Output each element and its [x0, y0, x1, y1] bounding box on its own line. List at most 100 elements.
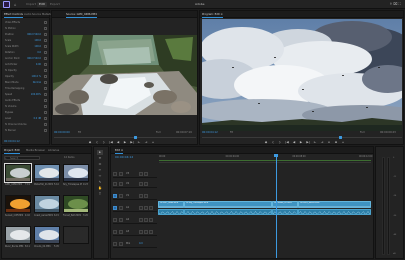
program-video-frame[interactable] — [202, 19, 402, 131]
solo-button[interactable] — [144, 230, 148, 234]
source-timecode[interactable]: 00:00:00:00 — [54, 131, 70, 135]
keyframe-toggle-icon[interactable] — [44, 51, 47, 54]
keyframe-toggle-icon[interactable] — [44, 105, 47, 108]
toggle-output-icon[interactable] — [144, 172, 148, 176]
effect-row-value[interactable]: 100.0 — [34, 39, 41, 42]
track-lock-icon[interactable] — [119, 242, 123, 246]
effect-row-value[interactable]: 960.0 540.0 — [27, 57, 41, 60]
tool-button[interactable]: ✋ — [97, 186, 103, 191]
effect-row-value[interactable]: Normal — [33, 81, 41, 84]
program-resolution-select[interactable]: Full — [360, 131, 364, 135]
project-thumbnail[interactable] — [63, 226, 89, 244]
effect-row-value[interactable]: 100.0 — [34, 45, 41, 48]
tab-source[interactable]: Source — [32, 12, 41, 17]
tab-import[interactable]: Import — [24, 2, 38, 7]
sync-lock-icon[interactable] — [139, 182, 143, 186]
project-thumbnail[interactable] — [4, 163, 32, 183]
tool-button[interactable]: T — [97, 192, 103, 197]
tool-button[interactable]: ⇔ — [97, 162, 103, 167]
keyframe-toggle-icon[interactable] — [44, 27, 47, 30]
source-patch-toggle[interactable] — [113, 242, 117, 246]
keyframe-toggle-icon[interactable] — [44, 39, 47, 42]
program-scrub-bar[interactable] — [202, 137, 402, 138]
audio-clip[interactable] — [184, 209, 272, 215]
project-thumbnail[interactable] — [63, 164, 89, 182]
source-patch-toggle[interactable] — [113, 182, 117, 186]
transport-program_monitor-button[interactable]: ⊞ — [334, 140, 338, 144]
home-icon[interactable]: ⌂ — [14, 2, 19, 7]
keyframe-toggle-icon[interactable] — [44, 69, 47, 72]
keyframe-toggle-icon[interactable] — [44, 123, 47, 126]
program-fit-select[interactable]: Fit — [230, 131, 233, 135]
solo-button[interactable] — [144, 206, 148, 210]
transport-source_monitor-button[interactable]: ⇤ — [137, 140, 141, 144]
effect-row-value[interactable]: 0.00 — [36, 63, 41, 66]
mute-button[interactable] — [139, 218, 143, 222]
keyframe-toggle-icon[interactable] — [44, 93, 47, 96]
source-patch-toggle[interactable] — [113, 172, 117, 176]
keyframe-toggle-icon[interactable] — [44, 75, 47, 78]
keyframe-toggle-icon[interactable] — [44, 33, 47, 36]
keyframe-toggle-icon[interactable] — [44, 81, 47, 84]
project-thumbnail[interactable] — [5, 195, 31, 213]
source-patch-toggle[interactable] — [113, 230, 117, 234]
tab-effect-controls[interactable]: Effect Controls — [4, 12, 24, 18]
transport-source_monitor-button[interactable]: + — [151, 140, 155, 144]
transport-program_monitor-button[interactable]: + — [341, 140, 345, 144]
mute-button[interactable] — [139, 206, 143, 210]
voiceover-icon[interactable] — [149, 206, 153, 210]
keyframe-toggle-icon[interactable] — [44, 21, 47, 24]
transport-program_monitor-button[interactable]: } — [278, 140, 282, 144]
transport-program_monitor-button[interactable]: ▶ — [299, 140, 303, 144]
voiceover-icon[interactable] — [149, 218, 153, 222]
transport-source_monitor-button[interactable]: ▶| — [130, 140, 134, 144]
track-lock-icon[interactable] — [119, 230, 123, 234]
transport-source_monitor-button[interactable]: { — [95, 140, 99, 144]
toggle-output-icon[interactable] — [144, 182, 148, 186]
tab-media-browser[interactable]: Media Browser — [26, 148, 45, 153]
transport-program_monitor-button[interactable]: ◆ — [264, 140, 268, 144]
program-timecode[interactable]: 00:00:04:12 — [202, 131, 218, 135]
solo-button[interactable] — [144, 218, 148, 222]
tab-export[interactable]: Export — [48, 2, 62, 7]
project-thumbnail[interactable] — [34, 226, 60, 244]
transport-program_monitor-button[interactable]: ▶| — [306, 140, 310, 144]
transport-source_monitor-button[interactable]: } — [102, 140, 106, 144]
mix-value[interactable]: 0.0 — [139, 242, 143, 246]
timeline-playhead-line[interactable] — [276, 154, 277, 258]
track-lock-icon[interactable] — [119, 218, 123, 222]
track-lock-icon[interactable] — [119, 182, 123, 186]
transport-program_monitor-button[interactable]: ⇥ — [320, 140, 324, 144]
project-thumbnail[interactable] — [34, 195, 60, 213]
toggle-output-icon[interactable] — [144, 194, 148, 198]
effect-controls-timecode[interactable]: 00:00:04:12 — [4, 140, 20, 144]
source-patch-toggle[interactable] — [113, 218, 117, 222]
transport-program_monitor-button[interactable]: |◀ — [285, 140, 289, 144]
mute-button[interactable] — [139, 230, 143, 234]
voiceover-icon[interactable] — [149, 230, 153, 234]
effect-row-value[interactable]: 100.0 % — [32, 75, 42, 78]
source-patch-toggle[interactable] — [113, 194, 117, 198]
keyframe-toggle-icon[interactable] — [44, 45, 47, 48]
top-right-icons[interactable]: ⇪ ⌧ ⛶ — [389, 2, 401, 7]
tool-button[interactable]: ⇿ — [97, 174, 103, 179]
audio-clip[interactable] — [298, 209, 371, 215]
effect-row-value[interactable]: 0.0 dB — [34, 117, 41, 120]
source-fit-select[interactable]: Fit — [78, 131, 81, 135]
tab-sequence-edit[interactable]: Edit ≡ — [115, 148, 124, 154]
effect-row-value[interactable]: 100.00% — [31, 93, 41, 96]
keyframe-toggle-icon[interactable] — [44, 129, 47, 132]
tab-audio[interactable]: Audio — [24, 12, 31, 17]
timeline-playhead-handle[interactable] — [274, 154, 279, 157]
keyframe-toggle-icon[interactable] — [44, 57, 47, 60]
tool-button[interactable]: ⇹ — [97, 156, 103, 161]
sync-lock-icon[interactable] — [139, 194, 143, 198]
video-clip[interactable]: fx River_Rocks.MP4 — [298, 201, 371, 208]
tab-edit[interactable]: Edit — [37, 2, 47, 7]
tool-button[interactable]: ✎ — [97, 180, 103, 185]
work-area-bar[interactable] — [159, 160, 371, 161]
audio-clip[interactable] — [158, 209, 184, 215]
timeline-timecode[interactable]: 00:00:04:12 — [115, 155, 133, 159]
keyframe-toggle-icon[interactable] — [44, 63, 47, 66]
tool-button[interactable]: ▸ — [97, 150, 103, 155]
